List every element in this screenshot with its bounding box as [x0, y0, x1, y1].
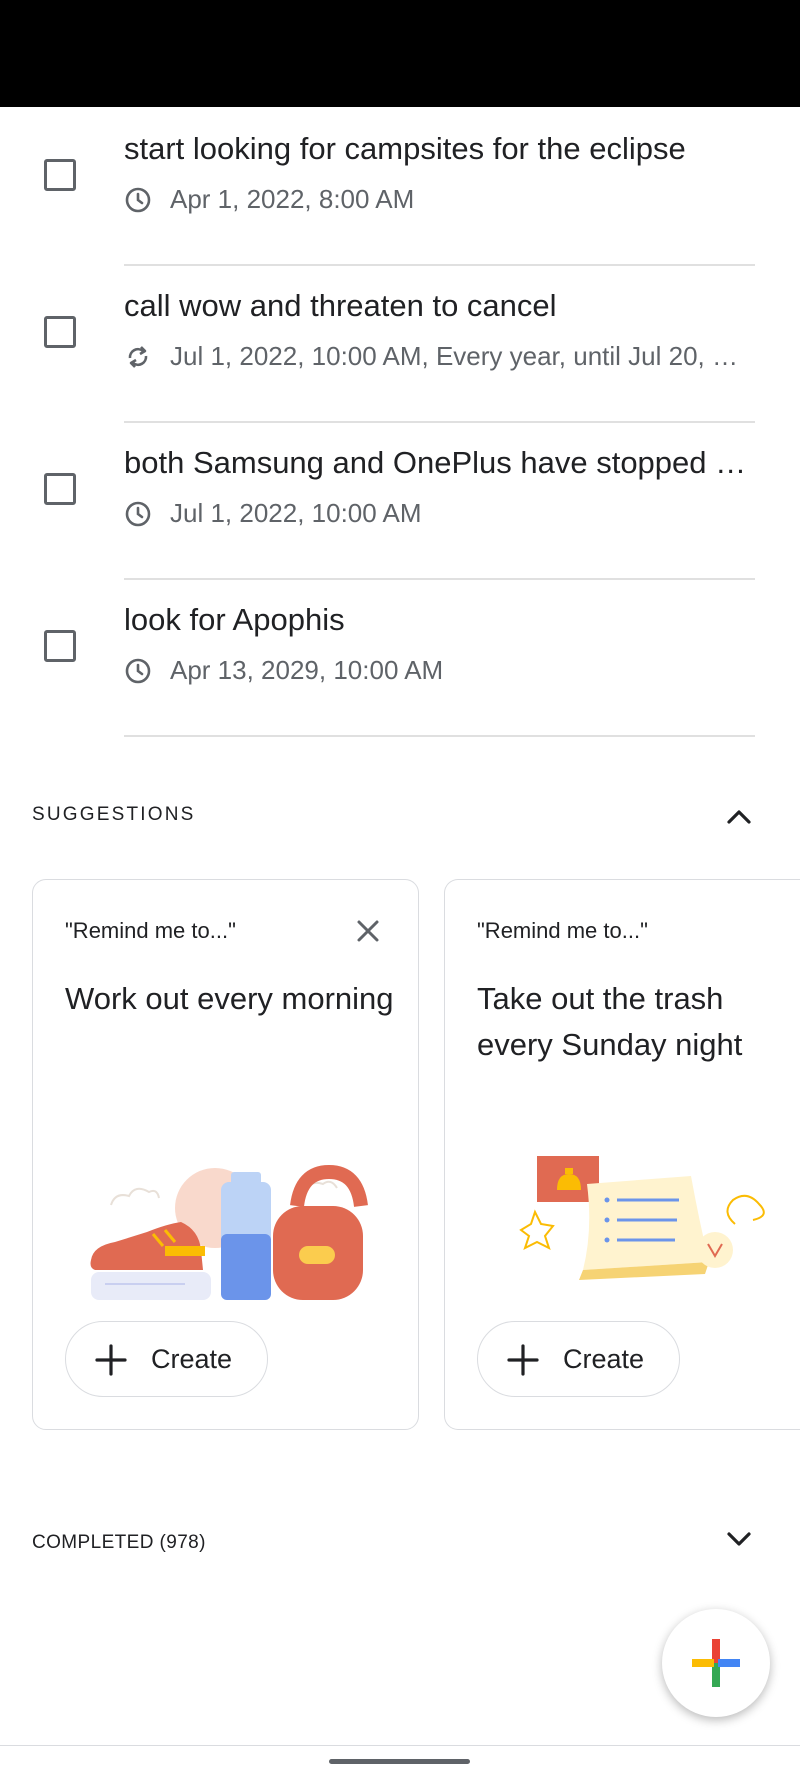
task-title[interactable]: start looking for campsites for the ecli… — [124, 131, 760, 167]
task-reminder: Apr 1, 2022, 8:00 AM — [124, 184, 760, 216]
task-title[interactable]: both Samsung and OnePlus have stopped … — [124, 445, 760, 481]
suggestion-prompt: "Remind me to..." — [65, 918, 236, 943]
close-icon[interactable] — [353, 916, 383, 946]
create-button[interactable]: Create — [477, 1321, 680, 1397]
add-icon — [692, 1639, 740, 1687]
navigation-divider — [0, 1745, 800, 1746]
create-button-label: Create — [151, 1344, 233, 1374]
task-reminder: Jul 1, 2022, 10:00 AM — [124, 498, 760, 530]
task-checkbox[interactable] — [44, 473, 76, 505]
trash-illustration — [519, 1156, 765, 1280]
task-checkbox[interactable] — [44, 316, 76, 348]
task-date: Apr 1, 2022, 8:00 AM — [170, 184, 415, 214]
divider — [124, 735, 755, 737]
clock-icon — [125, 187, 151, 213]
chevron-up-icon[interactable] — [724, 802, 754, 832]
task-reminder: Apr 13, 2029, 10:00 AM — [124, 655, 760, 687]
task-reminder: Jul 1, 2022, 10:00 AM, Every year, until… — [124, 341, 760, 373]
repeat-icon — [128, 346, 148, 368]
task-title[interactable]: look for Apophis — [124, 602, 760, 638]
suggestion-card[interactable]: "Remind me to..." Work out every morning… — [32, 879, 419, 1430]
home-indicator[interactable] — [329, 1759, 470, 1764]
task-date: Jul 1, 2022, 10:00 AM, Every year, until… — [170, 341, 738, 371]
suggestion-prompt: "Remind me to..." — [477, 918, 648, 943]
task-item[interactable]: start looking for campsites for the ecli… — [0, 109, 800, 266]
task-date: Jul 1, 2022, 10:00 AM — [170, 498, 422, 528]
completed-header[interactable]: COMPLETED (978) — [32, 1532, 206, 1554]
task-checkbox[interactable] — [44, 159, 76, 191]
suggestions-header: SUGGESTIONS — [32, 804, 196, 825]
suggestion-card[interactable]: "Remind me to..." Take out the trash eve… — [444, 879, 800, 1430]
plus-icon — [95, 1344, 127, 1376]
task-checkbox[interactable] — [44, 630, 76, 662]
task-date: Apr 13, 2029, 10:00 AM — [170, 655, 444, 685]
clock-icon — [125, 501, 151, 527]
workout-illustration — [90, 1164, 368, 1300]
create-button[interactable]: Create — [65, 1321, 268, 1397]
suggestion-text: Work out every morning — [65, 981, 394, 1016]
create-button-label: Create — [563, 1344, 645, 1374]
clock-icon — [125, 658, 151, 684]
add-task-fab[interactable] — [662, 1609, 770, 1717]
status-bar — [0, 0, 800, 107]
suggestion-text: Take out the trash every Sunday night — [477, 981, 743, 1062]
task-item[interactable]: both Samsung and OnePlus have stopped … … — [0, 423, 800, 580]
task-title[interactable]: call wow and threaten to cancel — [124, 288, 760, 324]
chevron-down-icon[interactable] — [724, 1524, 754, 1554]
plus-icon — [507, 1344, 539, 1376]
task-item[interactable]: look for Apophis Apr 13, 2029, 10:00 AM — [0, 580, 800, 737]
task-item[interactable]: call wow and threaten to cancel Jul 1, 2… — [0, 266, 800, 423]
